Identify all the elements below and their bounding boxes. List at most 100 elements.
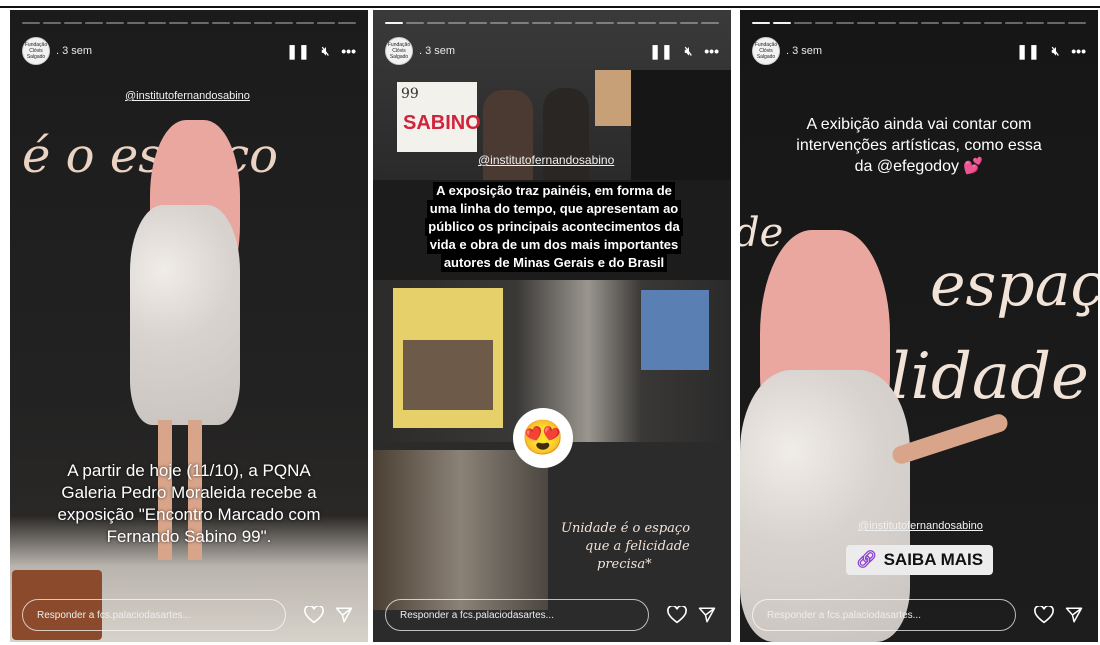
- story-header: Fundação Clóvis Salgado . 3 sem ❚❚ 🔇︎ ••…: [385, 36, 719, 66]
- painting: [595, 70, 631, 126]
- send-icon[interactable]: [695, 603, 719, 627]
- reply-bar: Responder a fcs.palaciodasartes...: [752, 598, 1086, 632]
- progress-segment: [337, 22, 356, 24]
- progress-segment: [232, 22, 251, 24]
- mention-sticker[interactable]: @institutofernandosabino: [125, 90, 250, 102]
- avatar-text: Fundação Clóvis Salgado: [387, 42, 411, 60]
- avatar[interactable]: Fundação Clóvis Salgado: [385, 37, 413, 65]
- progress-segment: [983, 22, 1002, 24]
- progress-segment: [427, 22, 446, 24]
- progress-segment: [211, 22, 230, 24]
- more-options-icon[interactable]: •••: [341, 43, 356, 59]
- progress-segment: [316, 22, 335, 24]
- heart-eyes-emoji: 😍: [521, 419, 565, 457]
- progress-segment: [815, 22, 834, 24]
- progress-segment: [1046, 22, 1065, 24]
- story-panel-2[interactable]: 99 SABINO @institutofernandosabino A exp…: [373, 10, 731, 642]
- wall-lettering: lidade: [890, 340, 1089, 414]
- progress-segment: [106, 22, 125, 24]
- avatar-text: Fundação Clóvis Salgado: [24, 42, 48, 60]
- mention-sticker[interactable]: @institutofernandosabino: [858, 520, 983, 532]
- progress-segment: [595, 22, 614, 24]
- avatar[interactable]: Fundação Clóvis Salgado: [752, 37, 780, 65]
- poster-number: 99: [401, 86, 419, 102]
- mute-icon[interactable]: 🔇︎: [322, 44, 330, 59]
- progress-segment: [406, 22, 425, 24]
- caption-line: da @efegodoy 💕: [854, 158, 984, 175]
- avatar-text: Fundação Clóvis Salgado: [754, 42, 778, 60]
- reply-bar: Responder a fcs.palaciodasartes...: [385, 598, 719, 632]
- blue-panel: [641, 290, 709, 370]
- progress-segment: [637, 22, 656, 24]
- pause-icon[interactable]: ❚❚: [286, 43, 309, 60]
- poster: 99 SABINO: [397, 82, 481, 152]
- progress-segment: [274, 22, 293, 24]
- progress-segment: [385, 22, 404, 24]
- heart-icon[interactable]: [665, 603, 689, 627]
- mute-icon[interactable]: 🔇︎: [685, 44, 693, 59]
- progress-segment: [878, 22, 897, 24]
- wall-lettering: é o espaço: [22, 128, 278, 184]
- progress-segment: [1004, 22, 1023, 24]
- send-icon[interactable]: [1062, 603, 1086, 627]
- link-sticker[interactable]: 🔗︎ SAIBA MAIS: [846, 545, 994, 575]
- progress-segment: [85, 22, 104, 24]
- avatar[interactable]: Fundação Clóvis Salgado: [22, 37, 50, 65]
- send-icon[interactable]: [332, 603, 356, 627]
- progress-segment: [22, 22, 41, 24]
- progress-segment: [857, 22, 876, 24]
- progress-segment: [616, 22, 635, 24]
- reply-input[interactable]: Responder a fcs.palaciodasartes...: [752, 599, 1016, 631]
- progress-segment: [127, 22, 146, 24]
- progress-segment: [658, 22, 677, 24]
- story-panel-1[interactable]: Fundação Clóvis Salgado . 3 sem ❚❚ 🔇︎ ••…: [10, 10, 368, 642]
- heart-icon[interactable]: [302, 603, 326, 627]
- story-caption: A partir de hoje (11/10), a PQNA Galeria…: [30, 460, 348, 548]
- figure-dress: [130, 205, 240, 425]
- progress-segment: [553, 22, 572, 24]
- progress-segment: [920, 22, 939, 24]
- progress-segment: [794, 22, 813, 24]
- reply-input[interactable]: Responder a fcs.palaciodasartes...: [385, 599, 649, 631]
- caption-line: exposição "Encontro Marcado com: [57, 505, 321, 524]
- progress-segment: [700, 22, 719, 24]
- caption-line: intervenções artísticas, como essa: [796, 137, 1042, 154]
- progress-segment: [1025, 22, 1044, 24]
- info-line: A exposição traz painéis, em forma de: [433, 182, 675, 200]
- progress-segment: [448, 22, 467, 24]
- mention-sticker[interactable]: @institutofernandosabino: [478, 153, 614, 167]
- info-line: público os principais acontecimentos da: [425, 218, 683, 236]
- story-caption: A exibição ainda vai contar com interven…: [770, 114, 1068, 177]
- caption-line: A exibição ainda vai contar com: [806, 116, 1032, 133]
- top-divider: [0, 6, 1100, 8]
- reply-bar: Responder a fcs.palaciodasartes...: [22, 598, 356, 632]
- wall-lettering: de: [740, 210, 784, 256]
- wall-line: que a felicidade: [585, 539, 690, 554]
- progress-segment: [253, 22, 272, 24]
- pause-icon[interactable]: ❚❚: [649, 43, 672, 60]
- progress-segment: [190, 22, 209, 24]
- caption-line: Galeria Pedro Moraleida recebe a: [61, 483, 317, 502]
- wall-lettering: Unidade é o espaço que a felicidade prec…: [561, 520, 731, 574]
- progress-segment: [490, 22, 509, 24]
- progress-segment: [836, 22, 855, 24]
- wall-lettering: espaç: [930, 250, 1098, 320]
- progress-segment: [574, 22, 593, 24]
- reply-input[interactable]: Responder a fcs.palaciodasartes...: [22, 599, 286, 631]
- emoji-sticker[interactable]: 😍: [513, 408, 573, 468]
- wall-line: precisa*: [597, 557, 652, 572]
- timeline-photos: [403, 340, 493, 410]
- progress-segment: [169, 22, 188, 24]
- story-header: Fundação Clóvis Salgado . 3 sem ❚❚ 🔇︎ ••…: [22, 36, 356, 66]
- info-line: uma linha do tempo, que apresentam ao: [426, 200, 682, 218]
- heart-icon[interactable]: [1032, 603, 1056, 627]
- story-panel-3[interactable]: Fundação Clóvis Salgado . 3 sem ❚❚ 🔇︎ ••…: [740, 10, 1098, 642]
- gallery-hall: [373, 450, 548, 610]
- more-options-icon[interactable]: •••: [1071, 43, 1086, 59]
- pause-icon[interactable]: ❚❚: [1016, 43, 1039, 60]
- mute-icon[interactable]: 🔇︎: [1052, 44, 1060, 59]
- progress-segment: [752, 22, 771, 24]
- progress-segment: [1067, 22, 1086, 24]
- progress-segment: [899, 22, 918, 24]
- more-options-icon[interactable]: •••: [704, 43, 719, 59]
